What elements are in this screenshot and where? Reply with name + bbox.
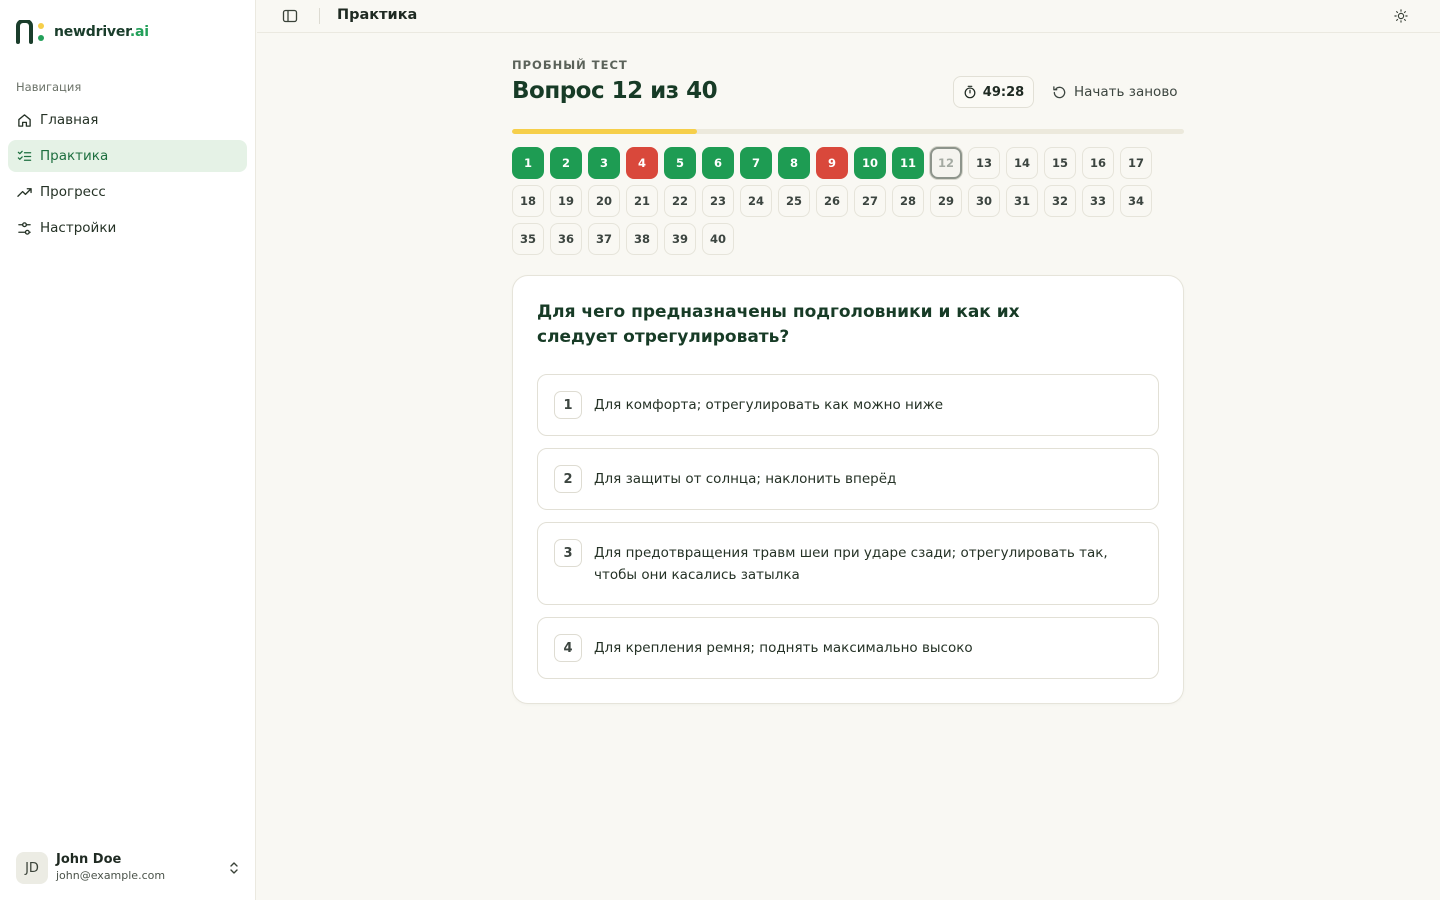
question-nav-button[interactable]: 39	[664, 223, 696, 255]
sidebar-item-label: Прогресс	[40, 184, 106, 200]
question-nav-button[interactable]: 34	[1120, 185, 1152, 217]
sidebar-item-settings[interactable]: Настройки	[8, 212, 247, 244]
question-nav-button[interactable]: 11	[892, 147, 924, 179]
question-nav-button[interactable]: 23	[702, 185, 734, 217]
question-nav-button[interactable]: 14	[1006, 147, 1038, 179]
question-nav-button[interactable]: 13	[968, 147, 1000, 179]
answer-option-1[interactable]: 1 Для комфорта; отрегулировать как можно…	[537, 374, 1159, 436]
topbar-separator	[319, 8, 320, 24]
question-nav-button[interactable]: 18	[512, 185, 544, 217]
answer-option-text: Для комфорта; отрегулировать как можно н…	[594, 397, 944, 413]
test-progress-bar	[512, 129, 1184, 134]
answer-option-text: Для крепления ремня; поднять максимально…	[594, 640, 973, 656]
question-nav-button[interactable]: 19	[550, 185, 582, 217]
question-nav-button[interactable]: 10	[854, 147, 886, 179]
answer-option-number: 2	[554, 465, 582, 493]
answer-option-text: Для предотвращения травм шеи при ударе с…	[594, 545, 1108, 583]
answer-option-3[interactable]: 3 Для предотвращения травм шеи при ударе…	[537, 522, 1159, 605]
sliders-icon	[16, 220, 32, 236]
question-nav-button[interactable]: 7	[740, 147, 772, 179]
question-card: Для чего предназначены подголовники и ка…	[512, 275, 1184, 704]
question-nav-button[interactable]: 12	[930, 147, 962, 179]
brand-logo[interactable]: newdriver.ai	[16, 20, 149, 44]
sidebar-toggle-icon[interactable]	[282, 8, 298, 24]
sidebar-item-label: Практика	[40, 148, 109, 164]
answer-option-number: 3	[554, 539, 582, 567]
restart-button[interactable]: Начать заново	[1052, 76, 1178, 108]
chevron-up-down-icon	[230, 862, 238, 874]
question-nav-button[interactable]: 6	[702, 147, 734, 179]
question-nav-button[interactable]: 8	[778, 147, 810, 179]
user-info: John Doe john@example.com	[56, 852, 165, 884]
question-nav-button[interactable]: 2	[550, 147, 582, 179]
nav-heading: Навигация	[16, 80, 82, 94]
sidebar-nav: Главная Практика Прогресс Настройки	[8, 104, 247, 248]
question-nav-button[interactable]: 35	[512, 223, 544, 255]
answer-option-4[interactable]: 4 Для крепления ремня; поднять максималь…	[537, 617, 1159, 679]
question-nav-button[interactable]: 36	[550, 223, 582, 255]
test-eyebrow: ПРОБНЫЙ ТЕСТ	[512, 58, 628, 72]
sidebar-item-practice[interactable]: Практика	[8, 140, 247, 172]
timer: 49:28	[953, 76, 1034, 108]
question-nav-button[interactable]: 28	[892, 185, 924, 217]
restart-label: Начать заново	[1074, 84, 1178, 100]
question-nav-button[interactable]: 32	[1044, 185, 1076, 217]
question-nav-button[interactable]: 37	[588, 223, 620, 255]
question-nav-button[interactable]: 26	[816, 185, 848, 217]
question-nav-button[interactable]: 22	[664, 185, 696, 217]
question-nav-button[interactable]: 40	[702, 223, 734, 255]
question-nav-button[interactable]: 20	[588, 185, 620, 217]
question-nav-button[interactable]: 16	[1082, 147, 1114, 179]
stopwatch-icon	[964, 85, 976, 99]
question-text: Для чего предназначены подголовники и ка…	[537, 302, 1020, 347]
answer-option-number: 4	[554, 634, 582, 662]
question-nav-button[interactable]: 1	[512, 147, 544, 179]
timer-value: 49:28	[982, 84, 1025, 100]
question-nav-button[interactable]: 17	[1120, 147, 1152, 179]
user-email: john@example.com	[56, 869, 166, 882]
topbar: Практика	[257, 0, 1440, 33]
trending-up-icon	[16, 184, 32, 200]
question-nav-button[interactable]: 33	[1082, 185, 1114, 217]
question-nav-button[interactable]: 21	[626, 185, 658, 217]
question-counter-title: Вопрос 12 из 40	[512, 78, 718, 104]
list-check-icon	[16, 148, 32, 164]
answer-option-2[interactable]: 2 Для защиты от солнца; наклонить вперёд	[537, 448, 1159, 510]
sidebar-item-label: Главная	[40, 112, 99, 128]
sidebar-item-label: Настройки	[40, 220, 117, 236]
sun-icon[interactable]	[1394, 9, 1408, 23]
sidebar-item-progress[interactable]: Прогресс	[8, 176, 247, 208]
question-nav-button[interactable]: 30	[968, 185, 1000, 217]
question-nav-button[interactable]: 3	[588, 147, 620, 179]
brand-name: newdriver.ai	[54, 24, 149, 40]
question-nav-button[interactable]: 5	[664, 147, 696, 179]
question-nav-button[interactable]: 31	[1006, 185, 1038, 217]
sidebar: newdriver.ai Навигация Главная Практика …	[0, 0, 256, 900]
user-menu[interactable]: JD John Doe john@example.com	[16, 852, 242, 884]
question-nav-button[interactable]: 24	[740, 185, 772, 217]
sidebar-item-home[interactable]: Главная	[8, 104, 247, 136]
logo-mark-icon	[16, 20, 44, 44]
question-nav-button[interactable]: 25	[778, 185, 810, 217]
question-nav-button[interactable]: 29	[930, 185, 962, 217]
question-nav-button[interactable]: 9	[816, 147, 848, 179]
answer-option-text: Для защиты от солнца; наклонить вперёд	[594, 471, 897, 487]
rotate-ccw-icon	[1053, 85, 1066, 98]
home-icon	[16, 112, 32, 128]
test-progress-fill	[512, 129, 697, 134]
question-nav-button[interactable]: 27	[854, 185, 886, 217]
user-name: John Doe	[56, 852, 122, 867]
question-nav-button[interactable]: 4	[626, 147, 658, 179]
avatar: JD	[16, 852, 48, 884]
question-nav-button[interactable]: 15	[1044, 147, 1076, 179]
page-title: Практика	[337, 7, 418, 23]
question-nav-button[interactable]: 38	[626, 223, 658, 255]
answer-option-number: 1	[554, 391, 582, 419]
